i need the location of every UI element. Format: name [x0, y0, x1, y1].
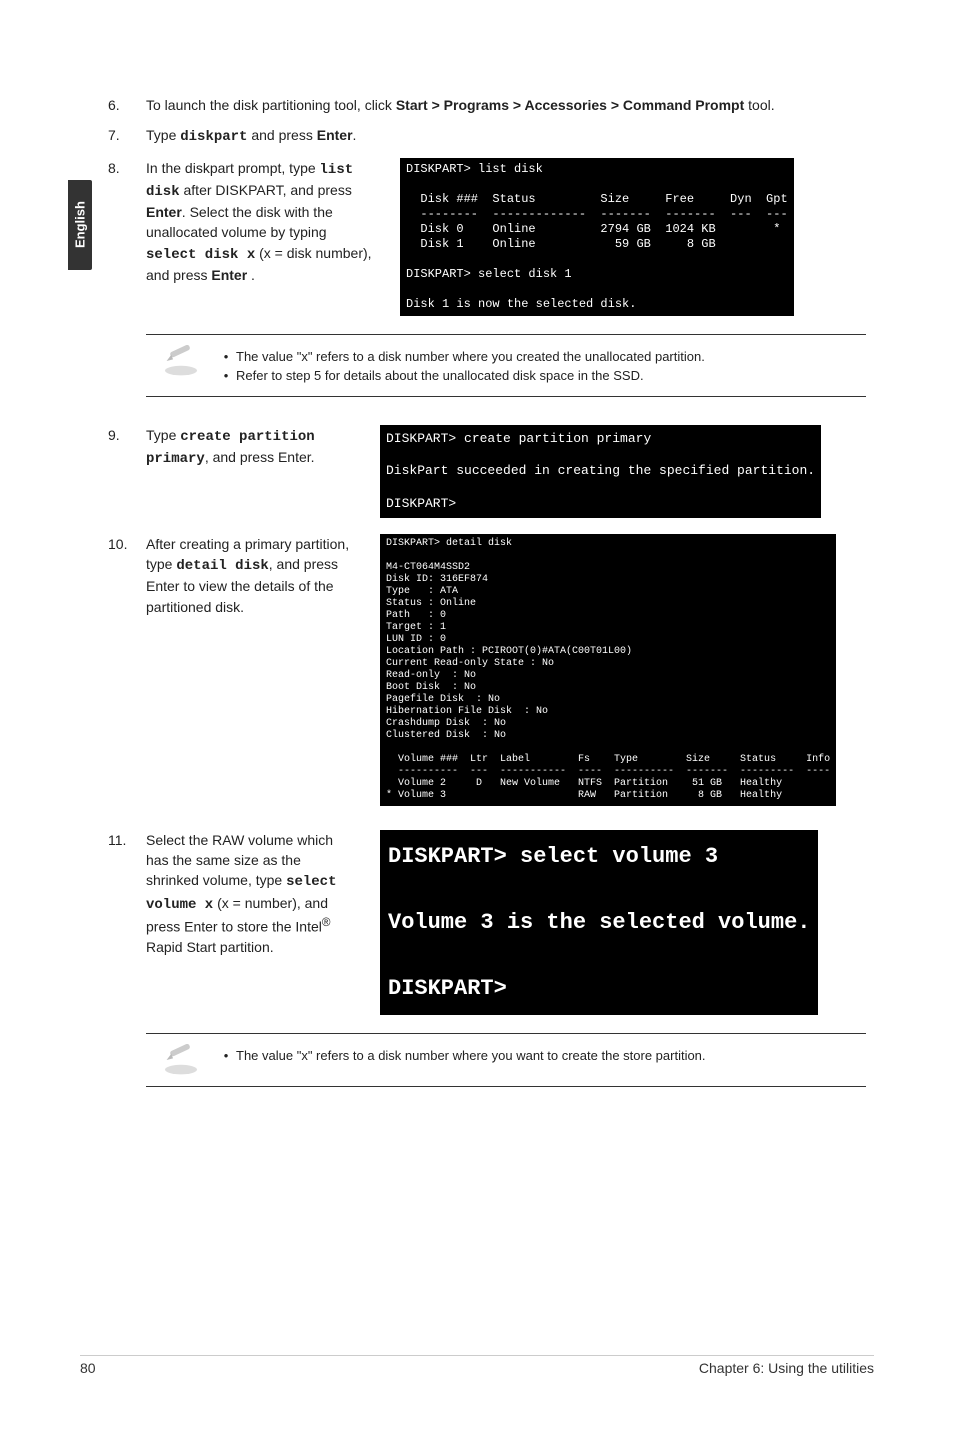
text-fragment: Type: [146, 127, 180, 143]
language-tab: English: [68, 180, 92, 270]
text-fragment: The value ": [236, 1048, 301, 1063]
step-9: 9. Type create partition primary, and pr…: [108, 425, 868, 518]
key-name: Enter.: [278, 449, 315, 465]
note-block-2: •The value "x" refers to a disk number w…: [146, 1033, 866, 1087]
text-fragment: , and press: [269, 556, 338, 572]
text-fragment: tool.: [744, 97, 774, 113]
text-fragment: .: [247, 267, 255, 283]
terminal-list-disk: DISKPART> list disk Disk ### Status Size…: [400, 158, 794, 316]
bullet-dot: •: [216, 347, 236, 367]
step-6: 6. To launch the disk partitioning tool,…: [108, 95, 868, 115]
text-fragment: after DISKPART, and press: [180, 182, 352, 198]
step-number: 6.: [108, 95, 146, 115]
step-number: 9.: [108, 425, 146, 518]
terminal-detail-disk: DISKPART> detail disk M4-CT064M4SSD2 Dis…: [380, 534, 836, 806]
chapter-title: Chapter 6: Using the utilities: [699, 1360, 874, 1376]
key-name: Enter: [211, 267, 247, 283]
note-text: •The value "x" refers to a disk number w…: [216, 1044, 706, 1066]
terminal-output: DISKPART> detail disk M4-CT064M4SSD2 Dis…: [380, 534, 836, 806]
step-text: To launch the disk partitioning tool, cl…: [146, 95, 868, 115]
bullet-dot: •: [216, 366, 236, 386]
text-fragment: and press: [247, 127, 316, 143]
main-content: 6. To launch the disk partitioning tool,…: [108, 95, 868, 1115]
terminal-output: DISKPART> create partition primary DiskP…: [380, 425, 821, 518]
text-fragment: " refers to a disk number where you crea…: [308, 349, 705, 364]
text-fragment: The value ": [236, 349, 301, 364]
note-block-1: •The value "x" refers to a disk number w…: [146, 334, 866, 397]
command-text: detail disk: [176, 558, 268, 574]
note-text: •The value "x" refers to a disk number w…: [216, 345, 705, 386]
step-8: 8. In the diskpart prompt, type list dis…: [108, 158, 868, 316]
terminal-select-volume: DISKPART> select volume 3 Volume 3 is th…: [380, 830, 818, 1015]
step-text: In the diskpart prompt, type list disk a…: [146, 158, 376, 286]
key-name: Enter: [317, 127, 353, 143]
text-fragment: " refers to a disk number where you want…: [308, 1048, 706, 1063]
step-text: Type diskpart and press Enter.: [146, 125, 868, 147]
menu-path: Start > Programs > Accessories > Command…: [396, 97, 744, 113]
text-fragment: Type: [146, 427, 180, 443]
pencil-icon: [146, 1044, 216, 1076]
step-text: Select the RAW volume which has the same…: [146, 830, 356, 957]
command-text: select disk x: [146, 247, 255, 263]
step-7: 7. Type diskpart and press Enter.: [108, 125, 868, 147]
terminal-output: DISKPART> list disk Disk ### Status Size…: [400, 158, 794, 316]
page-footer: 80 Chapter 6: Using the utilities: [80, 1355, 874, 1376]
step-number: 8.: [108, 158, 146, 316]
key-name: Enter: [146, 204, 182, 220]
text-fragment: , and press: [205, 449, 278, 465]
text-fragment: Refer to step 5 for details about the un…: [236, 366, 644, 386]
text-fragment: In the diskpart prompt, type: [146, 160, 320, 176]
key-name: Enter: [184, 919, 217, 935]
page-number: 80: [80, 1360, 96, 1376]
step-11: 11. Select the RAW volume which has the …: [108, 830, 868, 1015]
bullet-dot: •: [216, 1046, 236, 1066]
text-fragment: .: [353, 127, 357, 143]
text-fragment: to store the Intel: [218, 919, 322, 935]
step-number: 11.: [108, 830, 146, 1015]
step-number: 10.: [108, 534, 146, 806]
text-fragment: To launch the disk partitioning tool, cl…: [146, 97, 396, 113]
step-text: Type create partition primary, and press…: [146, 425, 356, 470]
terminal-create-partition: DISKPART> create partition primary DiskP…: [380, 425, 821, 518]
pencil-icon: [146, 345, 216, 377]
step-10: 10. After creating a primary partition, …: [108, 534, 868, 806]
text-fragment: Rapid Start partition.: [146, 939, 274, 955]
terminal-output: DISKPART> select volume 3 Volume 3 is th…: [380, 830, 818, 1015]
key-name: Enter: [146, 578, 179, 594]
step-text: After creating a primary partition, type…: [146, 534, 356, 617]
step-number: 7.: [108, 125, 146, 147]
registered-mark: ®: [322, 916, 331, 929]
command-text: diskpart: [180, 129, 247, 145]
